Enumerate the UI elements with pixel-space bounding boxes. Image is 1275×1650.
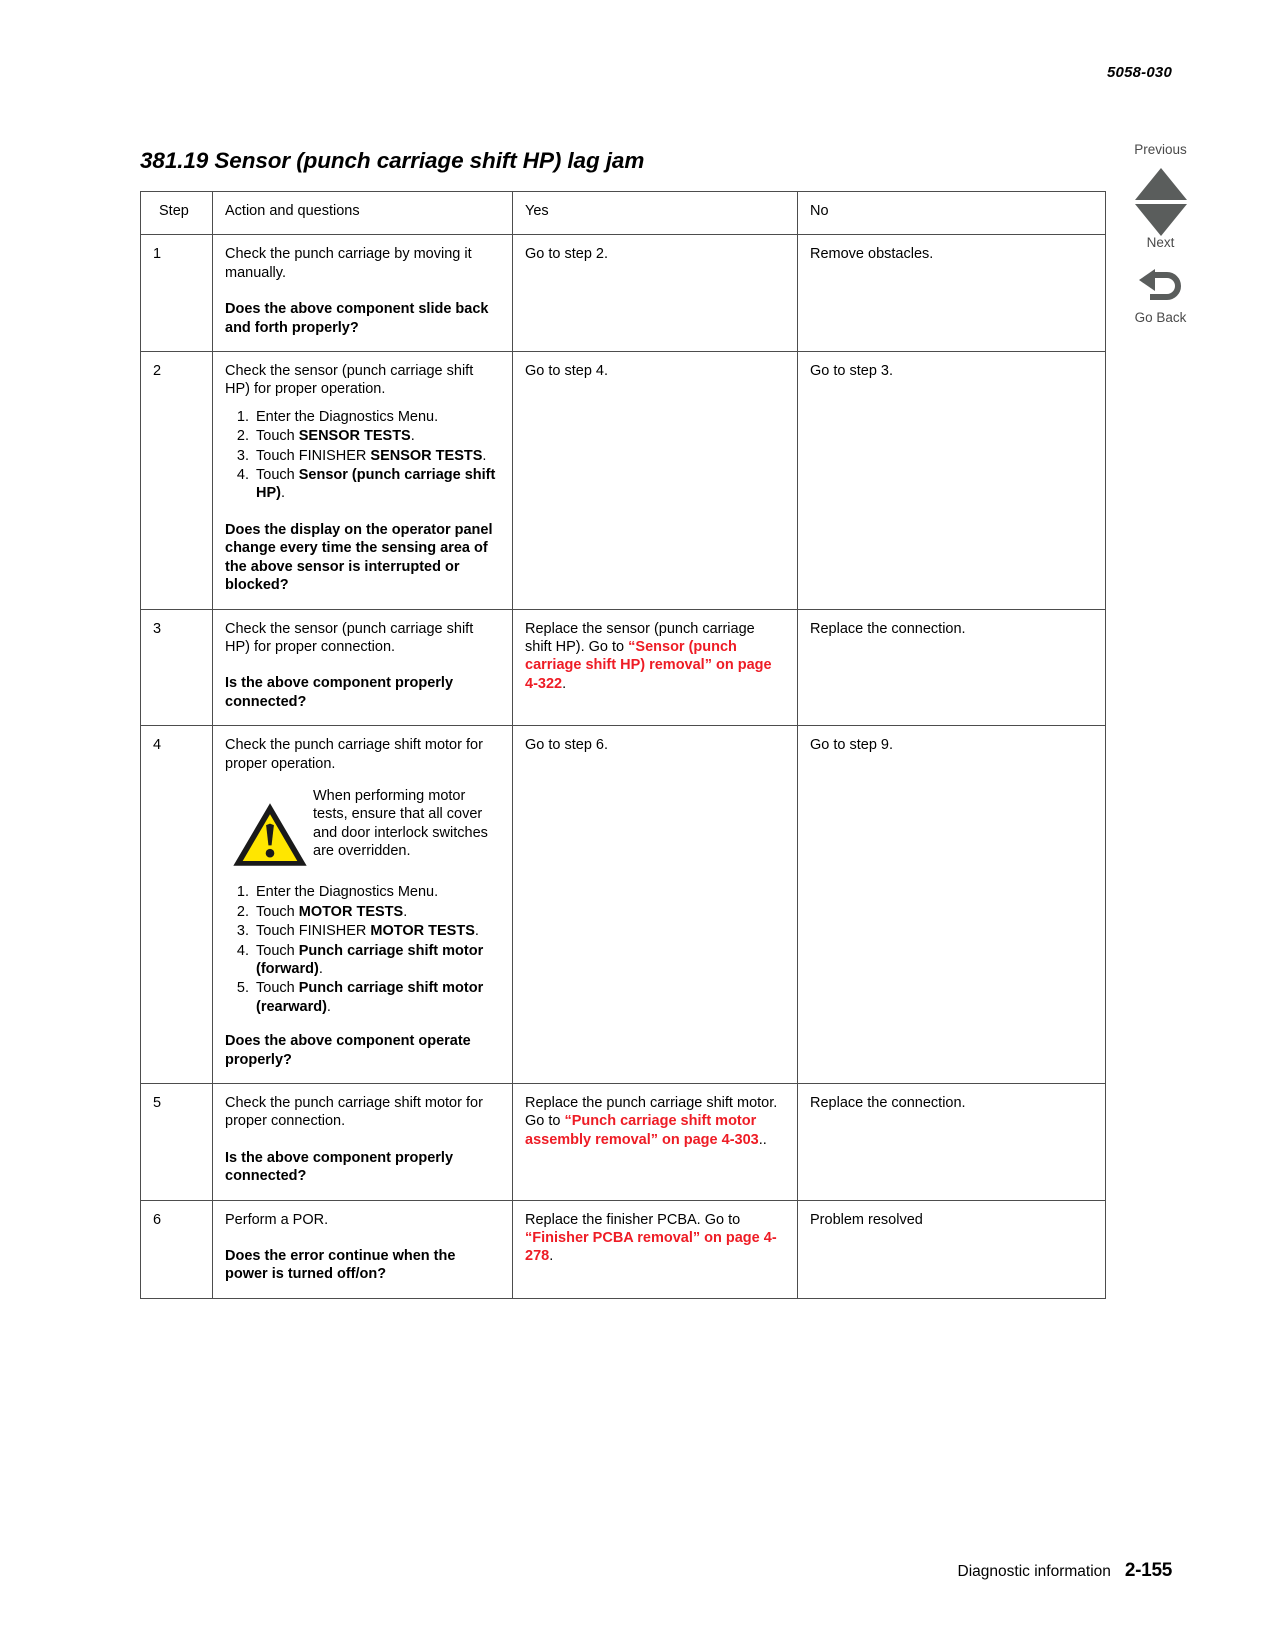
yes-tail-text: . bbox=[562, 675, 567, 692]
action-step-item: Touch Punch carriage shift motor (forwar… bbox=[253, 942, 500, 979]
no-cell: Replace the connection. bbox=[797, 1083, 1106, 1201]
triangle-down-icon[interactable] bbox=[1134, 203, 1187, 236]
triangle-up-icon[interactable] bbox=[1134, 167, 1187, 200]
action-step-item: Enter the Diagnostics Menu. bbox=[253, 883, 500, 901]
no-cell: Go to step 9. bbox=[797, 725, 1106, 1084]
curved-back-arrow-icon[interactable] bbox=[1133, 265, 1189, 309]
warning-triangle-icon bbox=[231, 800, 309, 874]
action-question: Is the above component properly connecte… bbox=[225, 675, 454, 710]
next-label: Next bbox=[1146, 234, 1175, 250]
step-number: 3 bbox=[140, 608, 213, 727]
action-question: Is the above component properly connecte… bbox=[225, 1149, 454, 1185]
step-number: 2 bbox=[140, 351, 213, 610]
action-step-item: Touch SENSOR TESTS. bbox=[253, 427, 500, 445]
action-intro: Check the sensor (punch carriage shift H… bbox=[225, 620, 474, 655]
table-row: 2 Check the sensor (punch carriage shift … bbox=[140, 351, 1106, 610]
previous-label: Previous bbox=[1134, 142, 1187, 157]
cross-reference-link[interactable]: “Finisher PCBA removal” on page 4-278 bbox=[525, 1230, 777, 1264]
go-back-label: Go Back bbox=[1134, 309, 1187, 325]
action-cell: Check the sensor (punch carriage shift H… bbox=[212, 608, 513, 727]
column-header-action: Action and questions bbox=[212, 190, 513, 236]
action-cell: Check the punch carriage shift motor for… bbox=[212, 1083, 513, 1201]
document-code: 5058-030 bbox=[1107, 64, 1172, 81]
yes-cell: Go to step 6. bbox=[512, 725, 798, 1084]
action-question: Does the error continue when the power i… bbox=[225, 1248, 456, 1283]
step-number: 4 bbox=[140, 725, 213, 1084]
troubleshooting-table: Step Action and questions Yes No 1 Check … bbox=[140, 190, 1106, 1299]
column-header-no: No bbox=[797, 190, 1106, 236]
yes-text: Go to step 2. bbox=[525, 246, 609, 263]
footer-page-number: 2-155 bbox=[1124, 1560, 1172, 1581]
warning-block: When performing motor tests, ensure that… bbox=[231, 786, 500, 874]
table-body: 1 Check the punch carriage by moving it m… bbox=[140, 234, 1106, 1299]
page-title: 381.19 Sensor (punch carriage shift HP) … bbox=[140, 148, 645, 174]
table-row: 5 Check the punch carriage shift motor fo… bbox=[140, 1083, 1106, 1201]
footer-label: Diagnostic information bbox=[957, 1563, 1111, 1580]
column-header-yes: Yes bbox=[512, 190, 798, 236]
no-cell: Replace the connection. bbox=[797, 608, 1106, 727]
action-cell: Perform a POR. Does the error continue wh… bbox=[212, 1199, 513, 1299]
yes-cell: Replace the finisher PCBA. Go to “Finish… bbox=[512, 1199, 798, 1299]
page-footer: Diagnostic information 2-155 bbox=[957, 1560, 1173, 1582]
step-number: 5 bbox=[140, 1083, 213, 1201]
yes-cell: Go to step 4. bbox=[512, 351, 798, 610]
column-header-step: Step bbox=[140, 190, 213, 236]
action-step-item: Touch FINISHER MOTOR TESTS. bbox=[253, 922, 500, 940]
warning-text: When performing motor tests, ensure that… bbox=[313, 787, 488, 860]
action-step-item: Touch Punch carriage shift motor (rearwa… bbox=[253, 979, 500, 1016]
action-step-item: Touch MOTOR TESTS. bbox=[253, 903, 500, 921]
no-cell: Problem resolved bbox=[797, 1199, 1106, 1299]
no-cell: Remove obstacles. bbox=[797, 234, 1106, 353]
action-intro: Check the sensor (punch carriage shift H… bbox=[225, 363, 474, 398]
no-cell: Go to step 3. bbox=[797, 351, 1106, 610]
yes-text: Go to step 6. bbox=[525, 737, 609, 754]
yes-lead-text: Replace the finisher PCBA. Go to bbox=[525, 1211, 741, 1228]
action-cell: Check the punch carriage by moving it ma… bbox=[212, 234, 513, 353]
action-cell: Check the punch carriage shift motor for… bbox=[212, 725, 513, 1084]
step-number: 6 bbox=[140, 1199, 213, 1299]
table-row: 3 Check the sensor (punch carriage shift … bbox=[140, 608, 1106, 727]
action-step-item: Touch Sensor (punch carriage shift HP). bbox=[253, 466, 500, 503]
step-number: 1 bbox=[140, 234, 213, 353]
action-question: Does the above component operate properl… bbox=[225, 1033, 471, 1068]
table-row: 1 Check the punch carriage by moving it m… bbox=[140, 234, 1106, 353]
action-intro: Check the punch carriage shift motor for… bbox=[225, 1095, 483, 1130]
action-intro: Check the punch carriage by moving it ma… bbox=[225, 246, 472, 281]
action-step-item: Enter the Diagnostics Menu. bbox=[253, 408, 500, 426]
action-cell: Check the sensor (punch carriage shift H… bbox=[212, 351, 513, 610]
yes-cell: Replace the sensor (punch carriage shift… bbox=[512, 608, 798, 727]
action-intro: Check the punch carriage shift motor for… bbox=[225, 737, 483, 772]
table-header-row: Step Action and questions Yes No bbox=[140, 190, 1106, 236]
yes-cell: Replace the punch carriage shift motor. … bbox=[512, 1083, 798, 1201]
action-intro: Perform a POR. bbox=[225, 1211, 329, 1228]
action-step-item: Touch FINISHER SENSOR TESTS. bbox=[253, 447, 500, 465]
navigation-rail: Previous Next Go Back bbox=[1118, 142, 1203, 326]
troubleshooting-table-wrapper: Step Action and questions Yes No 1 Check … bbox=[140, 190, 1106, 1299]
action-step-list: Enter the Diagnostics Menu.Touch SENSOR … bbox=[225, 408, 500, 503]
table-row: 6 Perform a POR. Does the error continue w… bbox=[140, 1199, 1106, 1299]
table-row: 4 Check the punch carriage shift motor fo… bbox=[140, 725, 1106, 1084]
yes-tail-text: .. bbox=[758, 1131, 767, 1148]
yes-cell: Go to step 2. bbox=[512, 234, 798, 353]
action-question: Does the above component slide back and … bbox=[225, 301, 489, 336]
action-step-list: Enter the Diagnostics Menu. Touch MOTOR T… bbox=[225, 883, 500, 1016]
yes-text: Go to step 4. bbox=[525, 363, 609, 380]
yes-tail-text: . bbox=[549, 1248, 554, 1265]
action-question: Does the display on the operator panel c… bbox=[225, 521, 493, 594]
